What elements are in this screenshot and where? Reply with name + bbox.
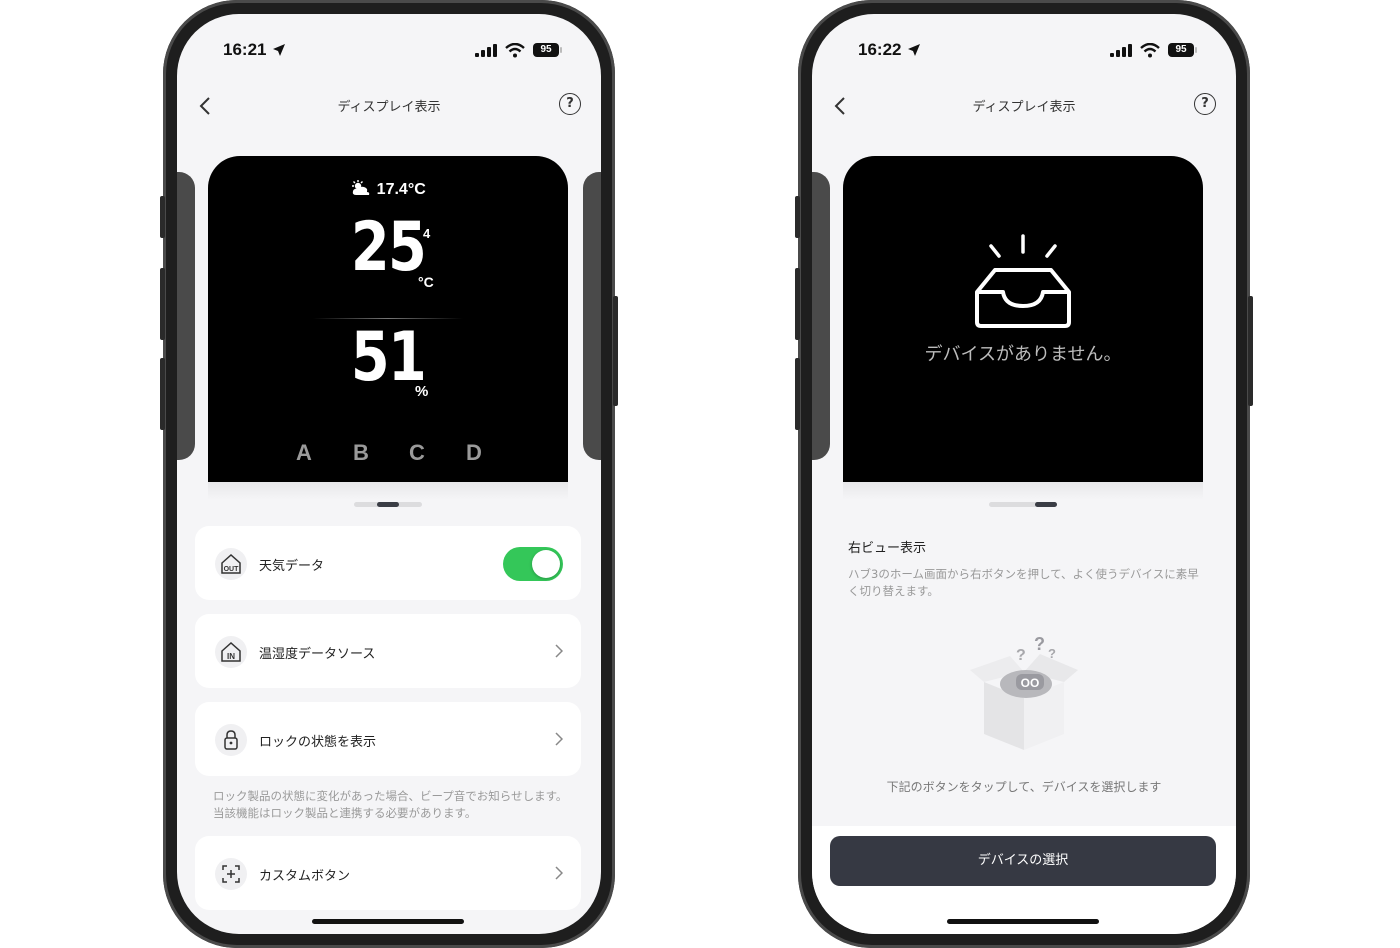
- lock-icon: [215, 724, 247, 756]
- page-indicator: [812, 502, 1236, 508]
- svg-text:OUT: OUT: [224, 566, 240, 573]
- setting-label-custom-button: カスタムボタン: [259, 869, 351, 884]
- chevron-right-icon: [555, 866, 563, 880]
- empty-box-illustration: OO ? ? ?: [970, 634, 1078, 750]
- display-button-d: D: [466, 440, 482, 465]
- outdoor-weather: 17.4°C: [208, 180, 568, 199]
- carousel-prev-card[interactable]: [177, 172, 195, 460]
- screen-left: 16:21 95 ディスプレイ表示 ? 17.4°C 25 4 °C 51 %: [177, 14, 601, 934]
- svg-text:IN: IN: [227, 652, 235, 661]
- location-arrow-icon: [273, 44, 285, 56]
- house-in-icon: IN: [215, 636, 247, 668]
- volume-up-button: [160, 268, 165, 340]
- svg-text:?: ?: [1048, 646, 1056, 661]
- display-button-c: C: [409, 440, 425, 465]
- help-icon[interactable]: ?: [559, 93, 581, 115]
- section-title: 右ビュー表示: [848, 541, 927, 556]
- svg-text:?: ?: [1034, 634, 1045, 654]
- status-bar: 16:22 95: [812, 40, 1236, 62]
- page-title: ディスプレイ表示: [972, 100, 1076, 115]
- wifi-icon: [505, 43, 525, 58]
- toggle-knob: [532, 550, 560, 578]
- volume-down-button: [160, 358, 165, 430]
- home-indicator[interactable]: [947, 919, 1099, 924]
- setting-row-custom-button[interactable]: カスタムボタン: [195, 836, 581, 910]
- select-device-button[interactable]: デバイスの選択: [830, 836, 1216, 886]
- help-icon[interactable]: ?: [1194, 93, 1216, 115]
- empty-device-message: デバイスがありません。: [924, 344, 1122, 365]
- cellular-signal-icon: [475, 44, 497, 57]
- display-base: [843, 482, 1203, 500]
- device-display-preview: デバイスがありません。: [843, 156, 1203, 482]
- setting-label-weather: 天気データ: [259, 559, 325, 574]
- chevron-right-icon: [555, 732, 563, 746]
- page-indicator-active: [377, 502, 399, 507]
- battery-nub: [1195, 47, 1197, 53]
- silent-switch: [160, 196, 165, 238]
- location-arrow-icon: [908, 44, 920, 56]
- cellular-signal-icon: [1110, 44, 1132, 57]
- temperature-unit: °C: [418, 274, 434, 290]
- page-title: ディスプレイ表示: [337, 100, 441, 115]
- custom-button-icon: [215, 858, 247, 890]
- setting-label-lock-status: ロックの状態を表示: [259, 735, 377, 750]
- screen-right: 16:22 95 ディスプレイ表示 ? デバイスがありません。 右ビュー表示 ハ…: [812, 14, 1236, 934]
- tap-hint: 下記のボタンをタップして、デバイスを選択します: [886, 780, 1162, 794]
- carousel-prev-card[interactable]: [812, 172, 830, 460]
- battery-nub: [560, 47, 562, 53]
- nav-bar: ディスプレイ表示 ?: [812, 92, 1236, 120]
- home-indicator[interactable]: [312, 919, 464, 924]
- battery-icon: 95: [533, 43, 559, 57]
- battery-icon: 95: [1168, 43, 1194, 57]
- temperature-decimal: 4: [423, 226, 431, 241]
- device-display-preview: 17.4°C 25 4 °C 51 % A B C D: [208, 156, 568, 482]
- chevron-right-icon: [555, 644, 563, 658]
- silent-switch: [795, 196, 800, 238]
- outdoor-temperature: 17.4°C: [376, 181, 426, 198]
- volume-up-button: [795, 268, 800, 340]
- wifi-icon: [1140, 43, 1160, 58]
- carousel-next-card[interactable]: [583, 172, 601, 460]
- empty-inbox-icon: [975, 234, 1071, 328]
- display-base: [208, 482, 568, 500]
- house-out-icon: OUT: [215, 548, 247, 580]
- lock-status-note: ロック製品の状態に変化があった場合、ビープ音でお知らせします。当該機能はロック製…: [213, 789, 568, 820]
- display-button-a: A: [296, 440, 312, 465]
- indoor-temperature: 25: [350, 208, 427, 287]
- page-indicator-active: [1035, 502, 1057, 507]
- nav-bar: ディスプレイ表示 ?: [177, 92, 601, 120]
- indoor-humidity: 51: [350, 318, 427, 397]
- setting-label-data-source: 温湿度データソース: [259, 647, 376, 662]
- setting-row-weather[interactable]: OUT 天気データ: [195, 526, 581, 600]
- page-indicator: [177, 502, 601, 508]
- power-button: [613, 296, 618, 406]
- setting-row-data-source[interactable]: IN 温湿度データソース: [195, 614, 581, 688]
- phone-frame-right: 16:22 95 ディスプレイ表示 ? デバイスがありません。 右ビュー表示 ハ…: [795, 0, 1253, 948]
- svg-text:OO: OO: [1021, 676, 1040, 690]
- phone-frame-left: 16:21 95 ディスプレイ表示 ? 17.4°C 25 4 °C 51 %: [160, 0, 618, 948]
- status-time: 16:21: [223, 40, 267, 59]
- status-bar: 16:21 95: [177, 40, 601, 62]
- status-time: 16:22: [858, 40, 902, 59]
- display-button-b: B: [353, 440, 369, 465]
- humidity-unit: %: [415, 383, 429, 400]
- power-button: [1248, 296, 1253, 406]
- volume-down-button: [795, 358, 800, 430]
- weather-toggle[interactable]: [503, 547, 563, 581]
- partly-cloudy-icon: [352, 180, 370, 195]
- setting-row-lock-status[interactable]: ロックの状態を表示: [195, 702, 581, 776]
- svg-text:?: ?: [1016, 647, 1026, 664]
- section-description: ハブ3のホーム画面から右ボタンを押して、よく使うデバイスに素早く切り替えます。: [848, 567, 1199, 598]
